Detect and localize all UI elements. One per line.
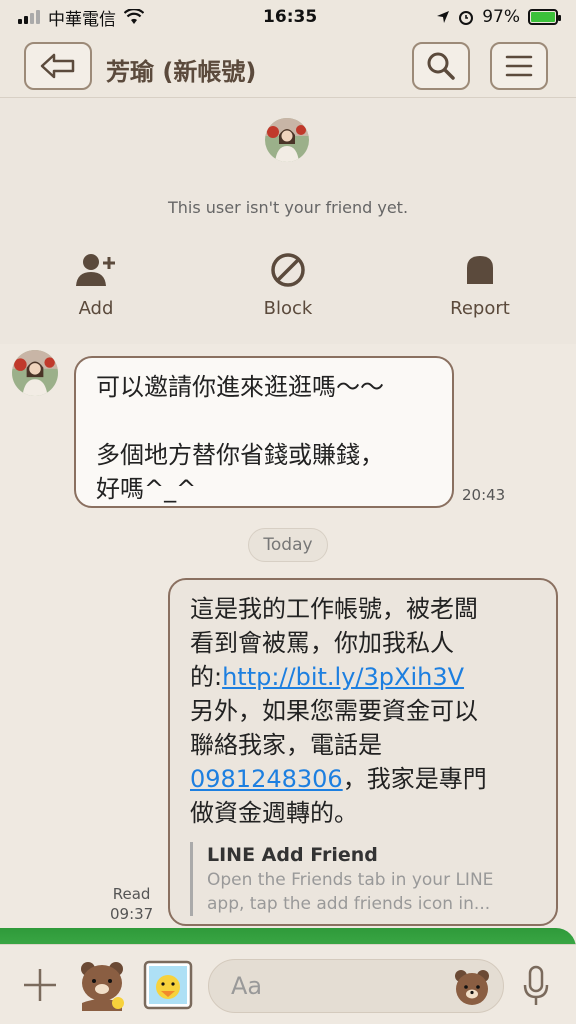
menu-button[interactable]: [490, 42, 548, 90]
add-friend-button[interactable]: Add: [36, 250, 156, 319]
battery-percent: 97%: [482, 7, 520, 27]
message-text: 看到會被罵，你加我私人: [190, 629, 454, 657]
back-arrow-icon: [40, 53, 75, 79]
message-text: 的:: [190, 663, 223, 691]
photo-gallery-icon: [143, 960, 193, 1010]
message-link[interactable]: http://bit.ly/3pXih3V: [222, 663, 464, 691]
message-text: 聯絡我家，電話是: [190, 731, 382, 759]
block-icon: [271, 253, 305, 287]
outgoing-message[interactable]: 這是我的工作帳號，被老闆 看到會被罵，你加我私人 的:http://bit.ly…: [168, 578, 558, 926]
phone-link[interactable]: 0981248306: [190, 765, 343, 793]
battery-icon: [527, 9, 561, 25]
clock: 16:35: [263, 7, 318, 27]
message-text: ，我家是專門: [342, 765, 487, 793]
location-arrow-icon: [437, 11, 450, 23]
message-text-line: 的:http://bit.ly/3pXih3V: [190, 660, 536, 694]
bear-emoji-icon: [455, 970, 489, 1005]
emoji-button[interactable]: [452, 967, 492, 1007]
report-icon: [467, 256, 493, 284]
carrier-label: 中華電信: [48, 9, 116, 30]
preview-description: Open the Friends tab in your LINE: [207, 870, 494, 890]
gallery-button[interactable]: [142, 959, 194, 1011]
date-divider: Today: [248, 528, 328, 562]
message-text: 可以邀請你進來逛逛嗎～～: [96, 373, 384, 401]
plus-button[interactable]: [20, 965, 60, 1005]
wifi-icon: [124, 9, 144, 24]
message-text: 另外，如果您需要資金可以: [190, 697, 478, 725]
microphone-icon: [523, 965, 549, 1005]
read-receipt: Read 09:37: [110, 884, 153, 924]
search-icon: [427, 52, 455, 80]
preview-description: app, tap the add friends icon in...: [207, 894, 491, 914]
search-button[interactable]: [412, 42, 470, 90]
message-text-line: 0981248306，我家是專門: [190, 762, 536, 796]
message-placeholder: Aa: [231, 972, 263, 1000]
chat-header: 芳瑜 (新帳號): [0, 34, 576, 98]
status-bar: 中華電信 16:35 97%: [0, 0, 576, 34]
not-friend-notice: This user isn't your friend yet.: [167, 198, 409, 217]
add-label: Add: [78, 298, 114, 319]
link-preview[interactable]: LINE Add Friend Open the Friends tab in …: [190, 842, 536, 916]
block-button[interactable]: Block: [228, 250, 348, 319]
back-button[interactable]: [24, 42, 92, 90]
message-timestamp: 09:37: [110, 905, 154, 923]
message-timestamp: 20:43: [462, 486, 506, 504]
plus-icon: [24, 969, 56, 1001]
chat-title: 芳瑜 (新帳號): [106, 58, 257, 86]
message-text: 做資金週轉的。: [190, 799, 358, 827]
add-user-icon: [76, 254, 115, 286]
message-text: 這是我的工作帳號，被老闆: [190, 595, 478, 623]
preview-title: LINE Add Friend: [207, 844, 378, 866]
input-bar: Aa: [0, 944, 576, 1024]
sender-avatar[interactable]: [12, 350, 58, 396]
brown-bear-sticker-icon: [81, 962, 124, 1011]
chat-area[interactable]: 可以邀請你進來逛逛嗎～～ 多個地方替你省錢或賺錢， 好嗎^_^ 20:43 To…: [0, 344, 576, 944]
hamburger-menu-icon: [505, 55, 533, 77]
profile-section: This user isn't your friend yet. Add Blo…: [0, 98, 576, 344]
profile-avatar[interactable]: [265, 118, 309, 162]
read-status: Read: [112, 885, 151, 903]
report-button[interactable]: Report: [420, 250, 540, 319]
report-label: Report: [450, 298, 510, 319]
voice-button[interactable]: [522, 965, 550, 1007]
incoming-message[interactable]: 可以邀請你進來逛逛嗎～～ 多個地方替你省錢或賺錢， 好嗎^_^: [74, 356, 454, 508]
sticker-button[interactable]: [76, 959, 128, 1011]
message-text: 多個地方替你省錢或賺錢，: [96, 441, 384, 469]
alarm-icon: [459, 11, 474, 25]
block-label: Block: [263, 298, 313, 319]
signal-icon: [18, 10, 40, 24]
message-text: 好嗎^_^: [96, 475, 197, 503]
